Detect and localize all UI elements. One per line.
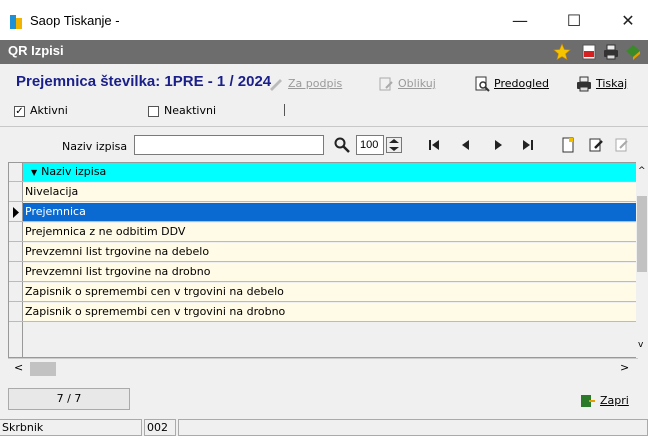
- column-header[interactable]: ▼ Naziv izpisa: [23, 163, 643, 182]
- table-row[interactable]: Zapisnik o spremembi cen v trgovini na d…: [23, 283, 643, 302]
- neaktivni-checkbox[interactable]: Neaktivni: [148, 104, 216, 117]
- next-record-icon[interactable]: [490, 137, 506, 153]
- scroll-down-icon[interactable]: v: [638, 340, 643, 350]
- page-title: QR Izpisi: [8, 43, 64, 58]
- za-podpis-label: Za podpis: [288, 77, 343, 90]
- scroll-thumb[interactable]: [637, 196, 647, 272]
- zapri-button[interactable]: Zapri: [580, 393, 629, 409]
- print-icon: [577, 76, 591, 92]
- sign-icon: [270, 79, 282, 91]
- header-bar: QR Izpisi: [0, 40, 648, 64]
- neaktivni-label: Neaktivni: [164, 104, 217, 117]
- aktivni-checkbox[interactable]: ✓ Aktivni: [14, 104, 68, 117]
- minimize-button[interactable]: —: [502, 8, 538, 34]
- check-icon: ✓: [14, 105, 25, 117]
- user-field: Skrbnik: [0, 419, 142, 436]
- predogled-button[interactable]: Predogled: [474, 76, 549, 92]
- scroll-up-icon[interactable]: ^: [638, 166, 646, 176]
- reports-grid: ▼ Naziv izpisa Nivelacija Prejemnica Prejem…: [8, 162, 643, 358]
- app-icon: [10, 15, 22, 29]
- table-row[interactable]: Prejemnica z ne odbitim DDV: [23, 223, 643, 242]
- search-label: Naziv izpisa: [62, 140, 128, 153]
- divider: [0, 126, 648, 127]
- scroll-left-icon[interactable]: <: [14, 361, 23, 374]
- search-input[interactable]: [134, 135, 324, 155]
- title-bar: Saop Tiskanje - — ☐ ✕: [0, 0, 648, 40]
- vertical-scrollbar[interactable]: ^ v: [636, 162, 648, 358]
- sort-desc-icon: ▼: [31, 168, 38, 177]
- tiskaj-button[interactable]: Tiskaj: [576, 76, 627, 92]
- delete-document-icon[interactable]: [614, 137, 630, 153]
- scroll-right-icon[interactable]: >: [620, 361, 629, 374]
- search-icon[interactable]: [334, 137, 350, 153]
- zoom-stepper-icon[interactable]: [386, 137, 402, 153]
- close-button[interactable]: ✕: [610, 8, 646, 34]
- table-row[interactable]: Prevzemni list trgovine na drobno: [23, 263, 643, 282]
- row-indicator-icon: [9, 203, 23, 222]
- table-row[interactable]: Zapisnik o spremembi cen v trgovini na d…: [23, 303, 643, 322]
- printer-icon[interactable]: [602, 43, 620, 61]
- export-icon[interactable]: [624, 43, 642, 61]
- zapri-label: Zapri: [600, 394, 629, 407]
- window-title: Saop Tiskanje -: [30, 13, 120, 28]
- table-row[interactable]: Prejemnica: [23, 203, 643, 222]
- table-row[interactable]: Prevzemni list trgovine na debelo: [23, 243, 643, 262]
- preview-icon: [475, 76, 490, 92]
- exit-icon: [581, 395, 595, 407]
- design-icon: [379, 77, 393, 91]
- status-bar: Skrbnik 002: [0, 418, 648, 436]
- pdf-icon[interactable]: [580, 43, 598, 61]
- oblikuj-label: Oblikuj: [398, 77, 436, 90]
- za-podpis-button[interactable]: Za podpis: [268, 76, 342, 92]
- zoom-input[interactable]: [356, 135, 384, 155]
- table-row[interactable]: Nivelacija: [23, 183, 643, 202]
- maximize-button[interactable]: ☐: [556, 8, 592, 34]
- horizontal-scrollbar[interactable]: < >: [8, 358, 638, 378]
- divider: [284, 104, 285, 116]
- edit-document-icon[interactable]: [588, 137, 604, 153]
- scroll-thumb[interactable]: [30, 362, 56, 376]
- predogled-label: Predogled: [494, 77, 549, 90]
- prev-record-icon[interactable]: [458, 137, 474, 153]
- oblikuj-button[interactable]: Oblikuj: [378, 76, 436, 92]
- record-counter: 7 / 7: [8, 388, 130, 410]
- tiskaj-label: Tiskaj: [596, 77, 628, 90]
- code-field: 002: [144, 419, 176, 436]
- star-icon[interactable]: [553, 43, 571, 61]
- new-document-icon[interactable]: [560, 137, 576, 153]
- last-record-icon[interactable]: [520, 137, 536, 153]
- aktivni-label: Aktivni: [30, 104, 68, 117]
- document-title: Prejemnica številka: 1PRE - 1 / 2024: [16, 73, 272, 90]
- first-record-icon[interactable]: [426, 137, 442, 153]
